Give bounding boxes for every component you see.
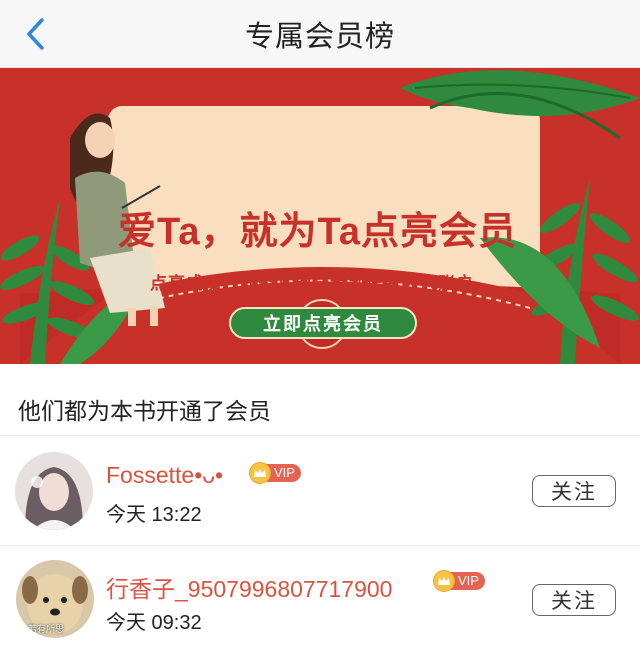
avatar-watermark: 若有所思 (28, 625, 65, 635)
light-up-member-button[interactable]: 立即点亮会员 (229, 307, 417, 339)
member-row[interactable]: 若有所思 行香子_9507996807717900 VIP 今天 09:32 关… (0, 546, 640, 656)
back-button[interactable] (18, 14, 52, 54)
follow-button[interactable]: 关注 (532, 584, 616, 616)
member-time: 今天 13:22 (106, 504, 202, 526)
avatar[interactable]: 若有所思 (16, 560, 94, 638)
member-name[interactable]: Fossette•ᴗ• (106, 462, 223, 489)
crown-icon (433, 570, 455, 592)
navigation-bar: 专属会员榜 (0, 0, 640, 68)
page-title: 专属会员榜 (244, 18, 395, 53)
member-banner[interactable]: 爱Ta，就为Ta点亮会员 点亮成功，收益立刻同步到作者大大账户 立即点亮会员 (0, 68, 640, 364)
crown-icon (249, 462, 271, 484)
member-name[interactable]: 行香子_9507996807717900 (106, 570, 392, 604)
follow-button[interactable]: 关注 (532, 475, 616, 507)
chevron-left-icon (27, 18, 44, 50)
avatar[interactable] (15, 452, 93, 530)
member-row[interactable]: Fossette•ᴗ• VIP 今天 13:22 关注 (0, 436, 640, 546)
members-section-heading: 他们都为本书开通了会员 (18, 399, 271, 425)
vip-badge: VIP (433, 570, 485, 592)
banner-title: 爱Ta，就为Ta点亮会员 (118, 211, 518, 253)
member-time: 今天 09:32 (106, 612, 202, 634)
banner-subtitle: 点亮成功，收益立刻同步到作者大大账户 (150, 274, 474, 294)
vip-badge: VIP (249, 462, 301, 484)
